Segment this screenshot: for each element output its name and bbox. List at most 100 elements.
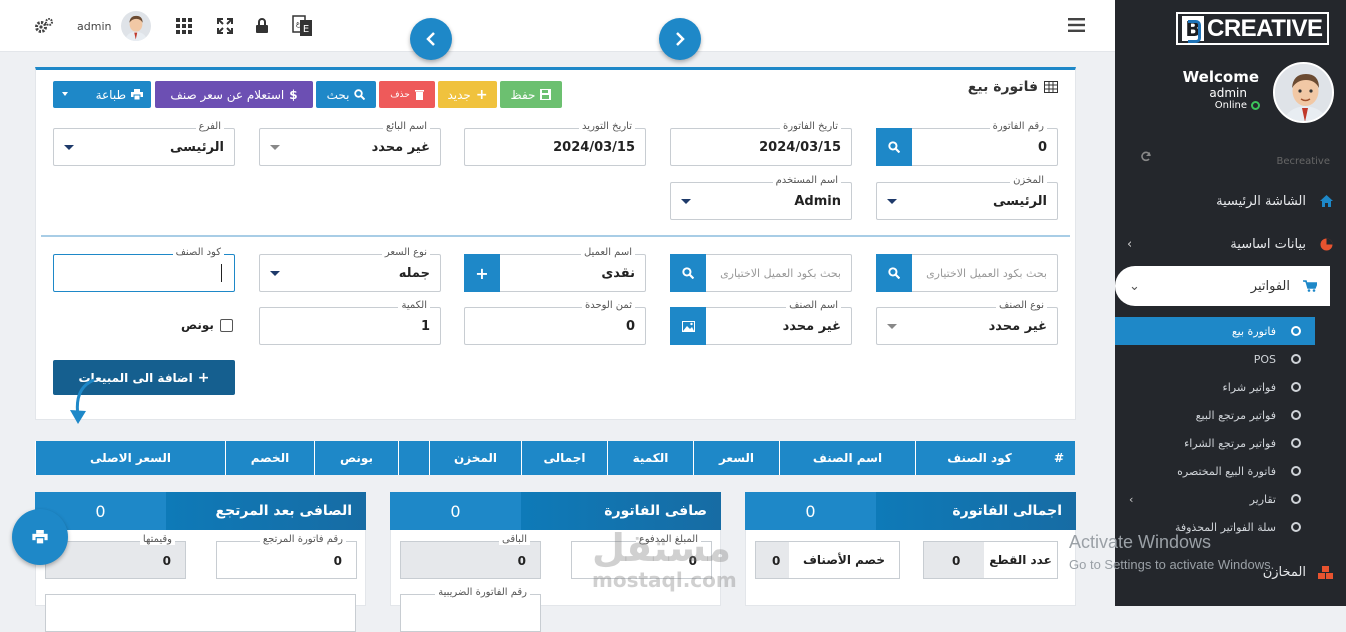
field-label: رقم فاتورة المرتجع <box>259 534 346 545</box>
col-header[interactable]: الكمية <box>607 441 693 475</box>
col-header[interactable]: كود الصنف <box>915 441 1043 475</box>
field-label: تاريخ الفاتورة <box>779 121 841 132</box>
topbar-username[interactable]: admin <box>77 20 111 33</box>
field-value: غير محدد <box>988 319 1047 334</box>
section-divider <box>41 235 1070 237</box>
item-discount-label: خصم الأصناف <box>789 542 899 578</box>
chevron-right-icon <box>676 32 685 46</box>
caret-down-icon <box>62 92 68 96</box>
caret-down-icon <box>887 199 897 204</box>
sidebar-item-invoices[interactable]: ⌄ الفواتير <box>1115 266 1330 306</box>
tax-invoice-number-field[interactable]: رقم الفاتورة الضريبية <box>400 587 541 632</box>
customer-code-search-button[interactable] <box>876 254 912 292</box>
seller-select[interactable]: اسم البائع غير محدد <box>259 121 441 166</box>
floating-print-button[interactable] <box>12 509 68 565</box>
price-type-select[interactable]: نوع السعر جمله <box>259 247 441 292</box>
sidebar-item-label: الفواتير <box>1250 278 1290 294</box>
image-icon <box>681 320 695 332</box>
search-icon <box>354 89 366 100</box>
col-header[interactable]: السعر <box>693 441 779 475</box>
col-header[interactable]: # <box>1043 441 1075 475</box>
print-dropdown-button[interactable]: طباعة <box>53 81 151 108</box>
col-header[interactable]: المخزن <box>429 441 521 475</box>
unit-price-field[interactable]: ثمن الوحدة 0 <box>464 300 646 345</box>
language-icon[interactable]: Eع <box>292 15 314 37</box>
field-label: رقم الفاتورة <box>989 121 1047 132</box>
search-icon <box>888 141 900 153</box>
app-logo[interactable]: B CREATIVE <box>1176 12 1329 45</box>
checkbox-box[interactable] <box>219 318 233 332</box>
item-code-input[interactable]: كود الصنف <box>53 247 235 292</box>
field-value: غير محدد <box>782 319 841 334</box>
col-header[interactable] <box>398 441 429 475</box>
price-query-button[interactable]: استعلام عن سعر صنف $ <box>155 81 313 108</box>
cart-icon <box>1290 280 1330 292</box>
add-customer-button[interactable]: + <box>464 254 500 292</box>
col-header[interactable]: اجمالى <box>521 441 607 475</box>
sidebar-item-label: الشاشة الرئيسية <box>1216 193 1306 209</box>
sidebar-sub-label: POS <box>1253 352 1276 366</box>
bonus-checkbox[interactable]: بونص <box>181 318 233 332</box>
sidebar-sub-sales-returns[interactable]: فواتير مرتجع البيع <box>1115 401 1315 429</box>
refresh-icon[interactable] <box>1140 151 1152 163</box>
return-invoice-number-field[interactable]: رقم فاتورة المرتجع 0 <box>216 534 357 579</box>
user-avatar <box>1273 62 1334 123</box>
field-label: الكمية <box>398 300 430 311</box>
settings-gears-icon[interactable] <box>34 18 54 34</box>
save-button[interactable]: حفظ <box>500 81 562 108</box>
fullscreen-icon[interactable] <box>217 18 233 34</box>
field-label: اسم العميل <box>580 247 635 258</box>
sidebar-sub-short-sales[interactable]: فاتورة البيع المختصره <box>1115 457 1315 485</box>
user-select[interactable]: اسم المستخدم Admin <box>670 175 852 220</box>
col-header[interactable]: اسم الصنف <box>779 441 915 475</box>
text-cursor <box>221 264 222 282</box>
save-label: حفظ <box>510 87 536 102</box>
col-header[interactable]: السعر الاصلى <box>35 441 225 475</box>
field-value: 1 <box>420 319 430 334</box>
after-return-label: الصافى بعد المرتجع <box>166 492 366 530</box>
caret-down-icon <box>270 271 280 276</box>
sidebar-sub-sales-invoice[interactable]: فاتورة بيع <box>1115 317 1315 345</box>
customer-code-search-button-2[interactable] <box>670 254 706 292</box>
total-label: اجمالى الفاتورة <box>876 492 1076 530</box>
chevron-left-icon: ‹ <box>1127 236 1133 252</box>
caret-down-icon <box>64 145 74 150</box>
supply-date-field[interactable]: تاريخ التوريد 2024/03/15 <box>464 121 646 166</box>
sidebar-sub-purchase-returns[interactable]: فواتير مرتجع الشراء <box>1115 429 1315 457</box>
invoice-search-button[interactable] <box>876 128 912 166</box>
chevron-down-icon: ⌄ <box>1129 278 1140 294</box>
new-button[interactable]: جديد + <box>438 81 497 108</box>
col-header[interactable]: بونص <box>314 441 398 475</box>
field-placeholder: بحث بكود العميل الاختيارى <box>926 267 1047 280</box>
sidebar-sub-purchase-invoices[interactable]: فواتير شراء <box>1115 373 1315 401</box>
menu-toggle-icon[interactable] <box>1068 18 1085 32</box>
curved-arrow-icon <box>70 378 95 424</box>
item-image-button[interactable] <box>670 307 706 345</box>
apps-grid-icon[interactable] <box>176 18 192 34</box>
search-button[interactable]: بحث <box>316 81 376 108</box>
caret-down-icon <box>270 145 280 150</box>
field-label: نوع الصنف <box>996 300 1047 311</box>
lock-icon[interactable] <box>256 18 268 33</box>
table-icon <box>1044 81 1058 93</box>
delete-button[interactable]: حذف <box>379 81 435 108</box>
invoice-date-field[interactable]: تاريخ الفاتورة 2024/03/15 <box>670 121 852 166</box>
scroll-left-button[interactable] <box>410 18 452 60</box>
quantity-field[interactable]: الكمية 1 <box>259 300 441 345</box>
item-type-select[interactable]: نوع الصنف غير محدد <box>876 300 1058 345</box>
store-select[interactable]: المخزن الرئيسى <box>876 175 1058 220</box>
home-icon <box>1306 195 1346 207</box>
watermark-latin: mostaql.com <box>592 568 737 592</box>
topbar-avatar[interactable] <box>121 11 151 41</box>
branch-select[interactable]: الفرع الرئيسى <box>53 121 235 166</box>
field-label: نوع السعر <box>381 247 430 258</box>
sidebar-item-home[interactable]: الشاشة الرئيسية <box>1115 181 1346 221</box>
return-notes-field[interactable] <box>45 594 356 632</box>
field-label: وقيمتها <box>139 534 175 545</box>
sidebar-sub-pos[interactable]: POS <box>1115 345 1315 373</box>
col-header[interactable]: الخصم <box>225 441 314 475</box>
sidebar-sub-reports[interactable]: ‹ تقارير <box>1115 485 1315 513</box>
total-value: 0 <box>745 492 876 530</box>
sidebar-item-basic-data[interactable]: ‹ بيانات اساسية <box>1115 224 1346 264</box>
scroll-right-button[interactable] <box>659 18 701 60</box>
